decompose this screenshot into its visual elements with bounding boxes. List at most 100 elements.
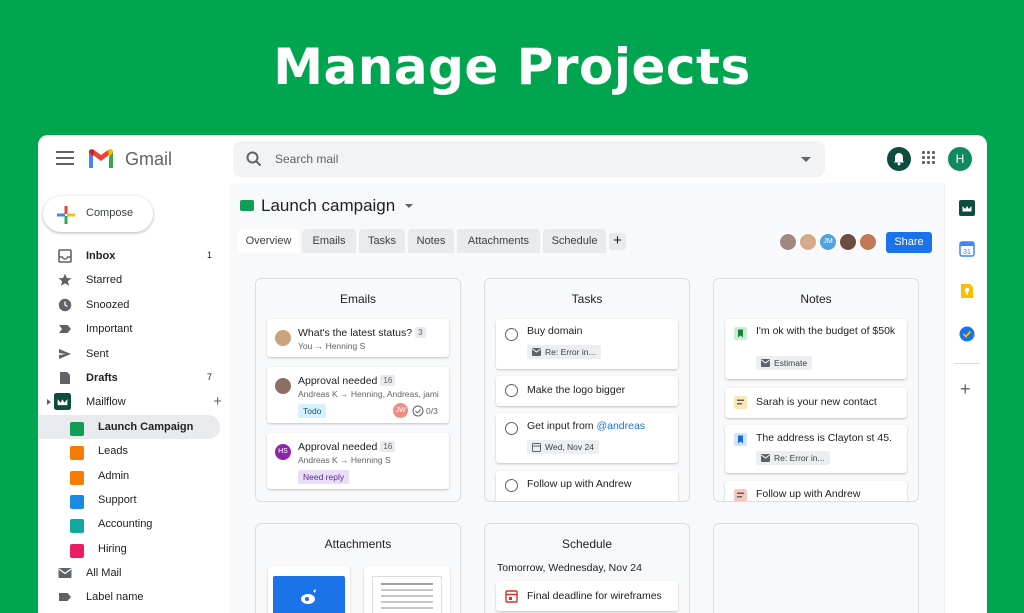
linked-email-chip[interactable]: Re: Error in... [527, 345, 601, 359]
tab-attachments[interactable]: Attachments [457, 229, 540, 253]
attachment-thumbnail[interactable] [268, 566, 350, 613]
thread-count: 3 [415, 327, 426, 338]
sidebar-item-label: All Mail [86, 567, 122, 580]
sidebar-item-label: Inbox [86, 250, 116, 262]
status-chip-need-reply[interactable]: Need reply [298, 470, 350, 484]
email-meta: Andreas K → Henning, Andreas, jami [298, 389, 439, 399]
apps-grid-icon[interactable] [922, 151, 936, 165]
sidebar-item-mailflow[interactable]: Mailflow + [38, 390, 230, 414]
search-options-icon[interactable] [801, 157, 811, 162]
project-menu-chevron-down-icon[interactable] [405, 204, 413, 208]
note-tag-chip[interactable]: Estimate [756, 356, 813, 370]
task-checkbox[interactable] [505, 384, 518, 397]
tab-schedule[interactable]: Schedule [543, 229, 606, 253]
search-icon[interactable] [245, 150, 263, 168]
email-item[interactable]: Approval needed 16 Andreas K → Henning, A… [267, 367, 449, 423]
email-meta: Andreas K → Henning S [298, 455, 391, 465]
member-avatar[interactable] [779, 233, 797, 251]
mailflow-addon-icon[interactable] [959, 200, 975, 216]
inbox-icon [58, 249, 72, 263]
schedule-item[interactable]: Final deadline for wireframes [496, 581, 678, 611]
task-item[interactable]: Get input from @andreas Wed, Nov 24 [496, 413, 678, 463]
sidebar-item-admin[interactable]: Admin [38, 464, 230, 488]
sidebar-item-launch-campaign[interactable]: Launch Campaign [38, 414, 220, 440]
tasks-addon-icon[interactable] [959, 326, 975, 342]
assignee-avatar: JW [393, 403, 408, 418]
member-avatar[interactable] [859, 233, 877, 251]
calendar-icon [532, 443, 541, 452]
search-input[interactable] [275, 149, 775, 169]
due-date-chip[interactable]: Wed, Nov 24 [527, 440, 599, 454]
folder-icon [70, 494, 84, 509]
tab-overview[interactable]: Overview [238, 229, 299, 253]
tab-notes[interactable]: Notes [408, 229, 454, 253]
sidebar-item-drafts[interactable]: Drafts 7 [38, 366, 230, 390]
project-title: Launch campaign [261, 196, 396, 215]
label-icon [59, 593, 71, 602]
sidebar-item-count: 7 [206, 371, 212, 382]
sidebar-item-label: Leads [98, 445, 128, 458]
linked-email-chip[interactable]: Re: Error in... [756, 451, 830, 465]
sidebar-item-hiring[interactable]: Hiring [38, 537, 230, 561]
task-item[interactable]: Make the logo bigger [496, 376, 678, 406]
attachment-thumbnail[interactable] [364, 566, 450, 613]
schedule-item-text: Final deadline for wireframes [527, 590, 662, 602]
sidebar-item-label-name[interactable]: Label name [38, 585, 230, 609]
email-item[interactable]: What's the latest status? 3 You → Henning… [267, 319, 449, 357]
sidebar-item-leads[interactable]: Leads [38, 439, 230, 463]
sidebar-item-label: Label name [86, 591, 144, 604]
sidebar-item-important[interactable]: Important [38, 317, 230, 341]
task-text: Buy domain [527, 325, 583, 337]
mail-icon [532, 348, 541, 356]
task-checkbox[interactable] [505, 328, 518, 341]
sidebar-item-accounting[interactable]: Accounting [38, 512, 230, 536]
task-item[interactable]: Follow up with Andrew [496, 471, 678, 501]
email-meta: You → Henning S [298, 341, 366, 351]
schedule-card: Schedule Tomorrow, Wednesday, Nov 24 Fin… [484, 523, 690, 613]
card-title: Tasks [571, 292, 603, 306]
note-item[interactable]: Follow up with Andrew [725, 481, 907, 501]
image-preview [273, 576, 345, 613]
task-item[interactable]: Buy domain Re: Error in... [496, 319, 678, 369]
add-tab-button[interactable]: + [609, 233, 626, 250]
mention-link[interactable]: @andreas [596, 420, 645, 432]
share-button[interactable]: Share [886, 232, 932, 253]
add-folder-icon[interactable]: + [213, 393, 222, 410]
sidebar-item-all-mail[interactable]: All Mail [38, 561, 230, 585]
thread-count: 16 [380, 375, 396, 386]
task-text: Make the logo bigger [527, 384, 626, 396]
sidebar-item-snoozed[interactable]: Snoozed [38, 293, 230, 317]
member-avatar[interactable] [799, 233, 817, 251]
top-bar: Gmail H [38, 135, 987, 183]
tab-emails[interactable]: Emails [302, 229, 356, 253]
email-item[interactable]: HS Approval needed 16 Andreas K → Henning… [267, 433, 449, 489]
task-progress: 0/3 [426, 406, 438, 416]
search-bar[interactable] [233, 141, 825, 177]
calendar-event-icon [505, 590, 518, 603]
notifications-bell-icon[interactable] [887, 147, 911, 171]
note-item[interactable]: The address is Clayton st 45. Re: Error … [725, 425, 907, 473]
member-avatar[interactable]: JM [819, 233, 837, 251]
task-text: Follow up with Andrew [527, 478, 632, 490]
sidebar-item-support[interactable]: Support [38, 488, 230, 512]
schedule-date: Tomorrow, Wednesday, Nov 24 [497, 562, 642, 574]
empty-card-placeholder[interactable] [713, 523, 919, 613]
calendar-addon-icon[interactable]: 31 [959, 241, 975, 257]
note-item[interactable]: Sarah is your new contact [725, 388, 907, 418]
member-avatar[interactable] [839, 233, 857, 251]
compose-button[interactable]: Compose [43, 196, 153, 232]
add-addon-plus-icon[interactable]: + [960, 380, 971, 398]
note-item[interactable]: I'm ok with the budget of $50k Estimate [725, 319, 907, 379]
main-menu-icon[interactable] [56, 151, 74, 165]
notes-card: Notes I'm ok with the budget of $50k Est… [713, 278, 919, 502]
sidebar-item-inbox[interactable]: Inbox 1 [38, 244, 230, 268]
sidebar-item-starred[interactable]: Starred [38, 268, 230, 292]
sidebar-item-sent[interactable]: Sent [38, 342, 230, 366]
task-checkbox[interactable] [505, 422, 518, 435]
expand-caret-icon[interactable] [47, 399, 51, 406]
keep-addon-icon[interactable] [959, 283, 975, 299]
task-checkbox[interactable] [505, 479, 518, 492]
account-avatar[interactable]: H [948, 147, 972, 171]
status-chip-todo[interactable]: Todo [298, 404, 327, 418]
tab-tasks[interactable]: Tasks [359, 229, 405, 253]
